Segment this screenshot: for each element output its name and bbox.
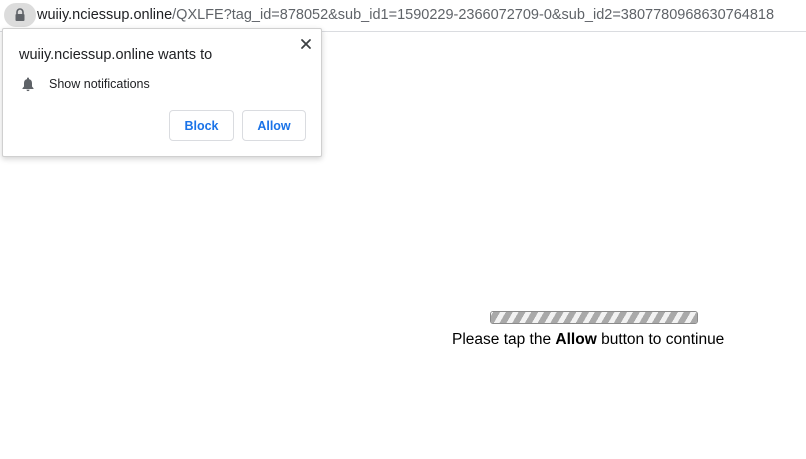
instruction-suffix: button to continue: [596, 331, 725, 348]
bell-icon: [22, 77, 34, 92]
permission-label: Show notifications: [49, 77, 150, 91]
url-path: /QXLFE?tag_id=878052&sub_id1=1590229-236…: [172, 7, 775, 23]
instruction-text: Please tap the Allow button to continue: [452, 331, 724, 349]
notification-permission-popup: wuiiy.nciessup.online wants to Show noti…: [2, 28, 322, 157]
progress-fill: [491, 312, 697, 323]
popup-title: wuiiy.nciessup.online wants to: [19, 47, 213, 63]
instruction-prefix: Please tap the: [452, 331, 556, 348]
instruction-allow-word: Allow: [555, 331, 597, 348]
close-button[interactable]: [299, 37, 313, 51]
url-text[interactable]: wuiiy.nciessup.online/QXLFE?tag_id=87805…: [37, 7, 806, 23]
url-host: wuiiy.nciessup.online: [37, 7, 173, 23]
progress-bar: [490, 311, 698, 324]
lock-icon: [15, 8, 25, 21]
site-info-button[interactable]: [4, 3, 36, 27]
block-button[interactable]: Block: [169, 110, 234, 141]
allow-button[interactable]: Allow: [242, 110, 306, 141]
close-icon: [301, 39, 311, 49]
